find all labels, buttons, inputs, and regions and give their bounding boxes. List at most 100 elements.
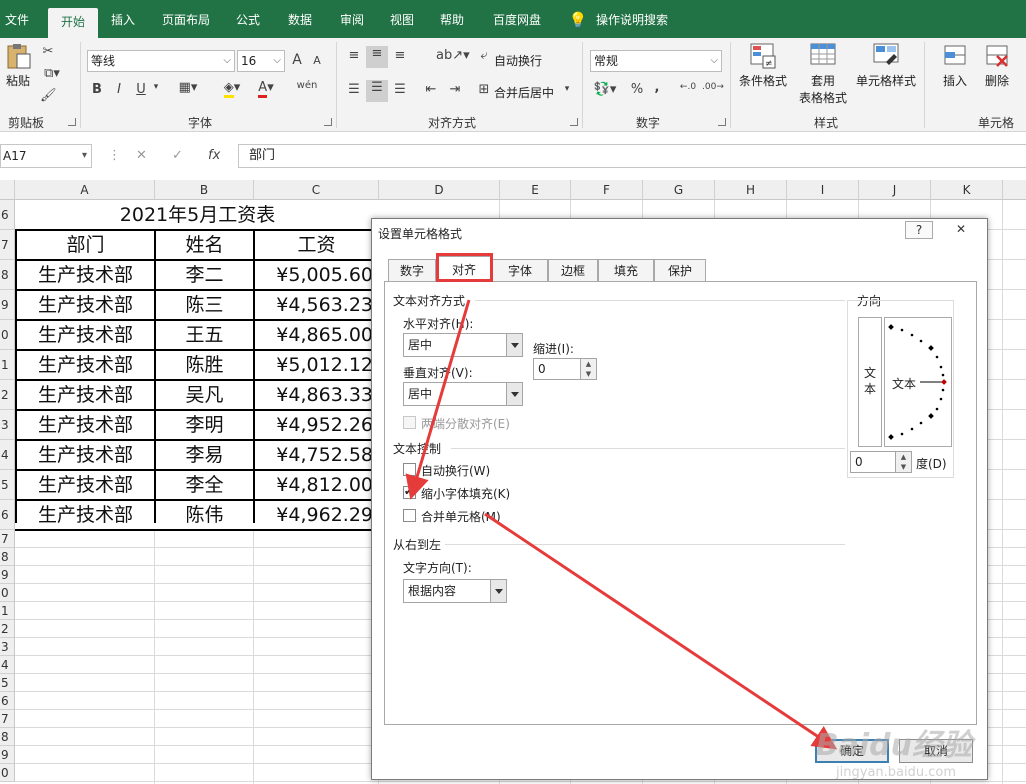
align-middle-icon[interactable]: ≡: [366, 46, 388, 68]
data-cell[interactable]: ¥5,012.12: [254, 350, 379, 380]
vertical-text-button[interactable]: 文 本: [858, 317, 882, 447]
conditional-formatting-button[interactable]: ≠ 条件格式: [736, 42, 790, 89]
data-cell[interactable]: ¥4,952.26: [254, 410, 379, 440]
spin-down-icon[interactable]: ▼: [895, 462, 911, 472]
tab-insert[interactable]: 插入: [104, 0, 142, 38]
copy-icon[interactable]: ⧉▾: [40, 66, 64, 81]
data-cell[interactable]: ¥4,812.00: [254, 470, 379, 500]
align-top-icon[interactable]: ≡: [346, 48, 362, 63]
merge-cells-checkbox[interactable]: [403, 509, 416, 522]
decrease-indent-icon[interactable]: ⇤: [422, 82, 440, 97]
row-header[interactable]: 7: [0, 710, 15, 728]
horizontal-align-select[interactable]: 居中: [403, 333, 523, 357]
currency-icon[interactable]: 💱▾: [592, 82, 618, 97]
data-cell[interactable]: 生产技术部: [16, 260, 155, 290]
delete-cells-button[interactable]: 删除: [978, 42, 1016, 89]
align-center-icon[interactable]: ☰: [366, 80, 388, 102]
tab-protection[interactable]: 保护: [654, 259, 706, 281]
indent-spinner[interactable]: 0 ▲ ▼: [533, 358, 597, 380]
tab-review[interactable]: 审阅: [332, 0, 372, 38]
cut-icon[interactable]: ✂: [40, 44, 56, 59]
degrees-spinner[interactable]: 0 ▲ ▼: [850, 451, 912, 473]
tab-formulas[interactable]: 公式: [228, 0, 268, 38]
format-painter-icon[interactable]: 🖌: [40, 88, 57, 103]
insert-cells-button[interactable]: 插入: [936, 42, 974, 89]
cell-styles-button[interactable]: 单元格样式: [854, 42, 918, 89]
data-cell[interactable]: 李明: [155, 410, 254, 440]
alignment-launcher-icon[interactable]: [570, 118, 578, 126]
row-header[interactable]: 4: [0, 656, 15, 674]
tab-fill[interactable]: 填充: [598, 259, 654, 281]
confirm-entry-icon[interactable]: ✓: [172, 148, 183, 163]
fill-color-icon[interactable]: ◈▾: [218, 80, 246, 98]
wrap-text-button[interactable]: 自动换行: [494, 52, 542, 69]
comma-button[interactable]: ,: [652, 80, 662, 95]
tab-font[interactable]: 字体: [492, 259, 548, 281]
row-header[interactable]: 7: [0, 230, 15, 260]
align-bottom-icon[interactable]: ≡: [392, 48, 408, 63]
data-cell[interactable]: 生产技术部: [16, 470, 155, 500]
font-name-combo[interactable]: 等线 ⌵: [87, 50, 235, 72]
shrink-to-fit-checkbox[interactable]: [403, 485, 416, 499]
row-header[interactable]: 6: [0, 200, 15, 230]
row-header[interactable]: 0: [0, 764, 15, 782]
data-cell[interactable]: 陈胜: [155, 350, 254, 380]
column-header[interactable]: G: [643, 180, 715, 200]
row-header[interactable]: 2: [0, 620, 15, 638]
row-header[interactable]: 8: [0, 548, 15, 566]
row-header[interactable]: 9: [0, 290, 15, 320]
row-header[interactable]: 8: [0, 728, 15, 746]
data-cell[interactable]: ¥4,752.58: [254, 440, 379, 470]
increase-indent-icon[interactable]: ⇥: [446, 82, 464, 97]
align-right-icon[interactable]: ☰: [392, 82, 408, 97]
row-header[interactable]: 6: [0, 692, 15, 710]
data-cell[interactable]: 生产技术部: [16, 440, 155, 470]
font-launcher-icon[interactable]: [324, 118, 332, 126]
data-cell[interactable]: 王五: [155, 320, 254, 350]
percent-button[interactable]: %: [630, 82, 644, 97]
row-header[interactable]: 1: [0, 602, 15, 620]
grow-font-icon[interactable]: A: [290, 52, 304, 68]
wrap-text-checkbox[interactable]: [403, 463, 416, 476]
tab-file[interactable]: 文件: [0, 0, 34, 38]
phonetic-icon[interactable]: wén: [296, 80, 318, 91]
data-cell[interactable]: ¥4,863.33: [254, 380, 379, 410]
vertical-align-select[interactable]: 居中: [403, 382, 523, 406]
row-header[interactable]: 5: [0, 674, 15, 692]
row-header[interactable]: 3: [0, 638, 15, 656]
insert-function-icon[interactable]: fx: [208, 148, 220, 163]
spin-up-icon[interactable]: ▲: [580, 359, 596, 369]
underline-button[interactable]: U: [134, 82, 148, 97]
spin-down-icon[interactable]: ▼: [580, 369, 596, 379]
orientation-icon[interactable]: ab↗▾: [436, 48, 470, 63]
data-cell[interactable]: ¥4,563.23: [254, 290, 379, 320]
data-cell[interactable]: 李全: [155, 470, 254, 500]
close-icon[interactable]: ✕: [943, 221, 979, 239]
data-cell[interactable]: 陈三: [155, 290, 254, 320]
sheet-title-cell[interactable]: 2021年5月工资表: [16, 200, 379, 230]
wrap-text-icon[interactable]: ⤶: [476, 48, 492, 63]
tab-help[interactable]: 帮助: [432, 0, 472, 38]
bold-button[interactable]: B: [90, 82, 104, 97]
tell-me-search[interactable]: 操作说明搜索: [592, 0, 672, 38]
data-cell[interactable]: ¥5,005.60: [254, 260, 379, 290]
row-header[interactable]: 2: [0, 380, 15, 410]
data-cell[interactable]: 生产技术部: [16, 500, 155, 530]
tab-border[interactable]: 边框: [548, 259, 598, 281]
italic-button[interactable]: I: [112, 82, 126, 97]
number-launcher-icon[interactable]: [718, 118, 726, 126]
row-header[interactable]: 5: [0, 470, 15, 500]
data-cell[interactable]: 生产技术部: [16, 380, 155, 410]
row-header[interactable]: 6: [0, 500, 15, 530]
column-header[interactable]: H: [715, 180, 787, 200]
data-cell[interactable]: ¥4,962.29: [254, 500, 379, 530]
format-as-table-button[interactable]: 套用 表格格式: [794, 42, 852, 106]
cancel-entry-icon[interactable]: ✕: [136, 148, 147, 163]
increase-decimal-icon[interactable]: ←.0: [678, 82, 698, 92]
data-cell[interactable]: 李易: [155, 440, 254, 470]
row-header[interactable]: 0: [0, 584, 15, 602]
data-cell[interactable]: 生产技术部: [16, 350, 155, 380]
merge-center-icon[interactable]: ⊞: [476, 82, 492, 97]
row-header[interactable]: 9: [0, 566, 15, 584]
row-header[interactable]: 0: [0, 320, 15, 350]
